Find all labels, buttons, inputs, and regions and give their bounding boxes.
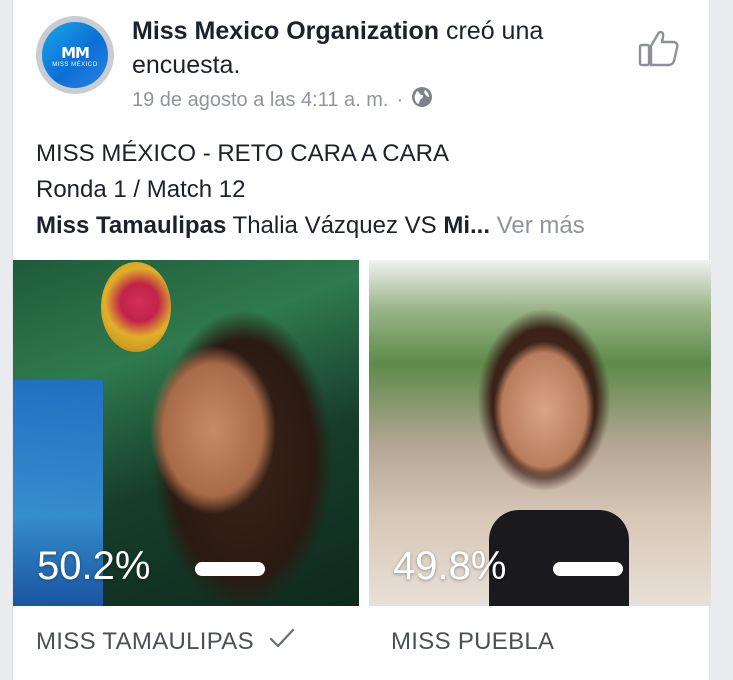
contestant-b-name: Mi...: [443, 212, 490, 239]
post-header: Miss Mexico Organization creó una encues…: [132, 14, 612, 82]
poll-option-a-image[interactable]: 50.2%: [13, 260, 359, 606]
see-more-link[interactable]: Ver más: [497, 212, 585, 239]
post-timestamp[interactable]: 19 de agosto a las 4:11 a. m.: [132, 89, 388, 112]
contestant-dress: [489, 510, 629, 606]
avatar-logo-subtext: MISS MÉXICO: [52, 62, 98, 68]
post-body: MISS MÉXICO - RETO CARA A CARA Ronda 1 /…: [36, 136, 696, 244]
match-text: Thalia Vázquez VS: [226, 212, 444, 239]
poll-option-b-percent: 49.8%: [393, 544, 507, 588]
meta-separator: ·: [396, 88, 404, 111]
poll-option-a-bar: [195, 562, 265, 576]
contestant-a-name: Miss Tamaulipas: [36, 212, 227, 239]
avatar-logo: MM MISS MÉXICO: [42, 22, 108, 88]
page-avatar[interactable]: MM MISS MÉXICO: [36, 16, 114, 94]
poll-option-a-label-row[interactable]: MISS TAMAULIPAS: [36, 628, 295, 657]
thumbs-up-icon[interactable]: [637, 26, 681, 70]
flower-hair-accessory: [101, 262, 171, 352]
author-name[interactable]: Miss Mexico Organization: [132, 17, 439, 45]
post-match-line: Miss Tamaulipas Thalia Vázquez VS Mi... …: [36, 208, 696, 244]
poll-option-a-label: MISS TAMAULIPAS: [36, 628, 254, 655]
post-meta: 19 de agosto a las 4:11 a. m. ·: [132, 86, 433, 114]
poll-option-a-percent: 50.2%: [37, 544, 151, 588]
post-round-line: Ronda 1 / Match 12: [36, 176, 246, 203]
globe-icon[interactable]: [411, 86, 433, 114]
poll-option-b-label: MISS PUEBLA: [391, 628, 555, 655]
check-icon: [269, 628, 295, 657]
avatar-logo-text: MM: [61, 44, 90, 62]
poll-option-b-bar: [553, 562, 623, 576]
poll-option-b-label-row[interactable]: MISS PUEBLA: [391, 628, 554, 656]
post-title-line: MISS MÉXICO - RETO CARA A CARA: [36, 140, 449, 167]
poll-post-card: MM MISS MÉXICO Miss Mexico Organization …: [12, 0, 711, 680]
poll-option-b-image[interactable]: 49.8%: [369, 260, 711, 606]
